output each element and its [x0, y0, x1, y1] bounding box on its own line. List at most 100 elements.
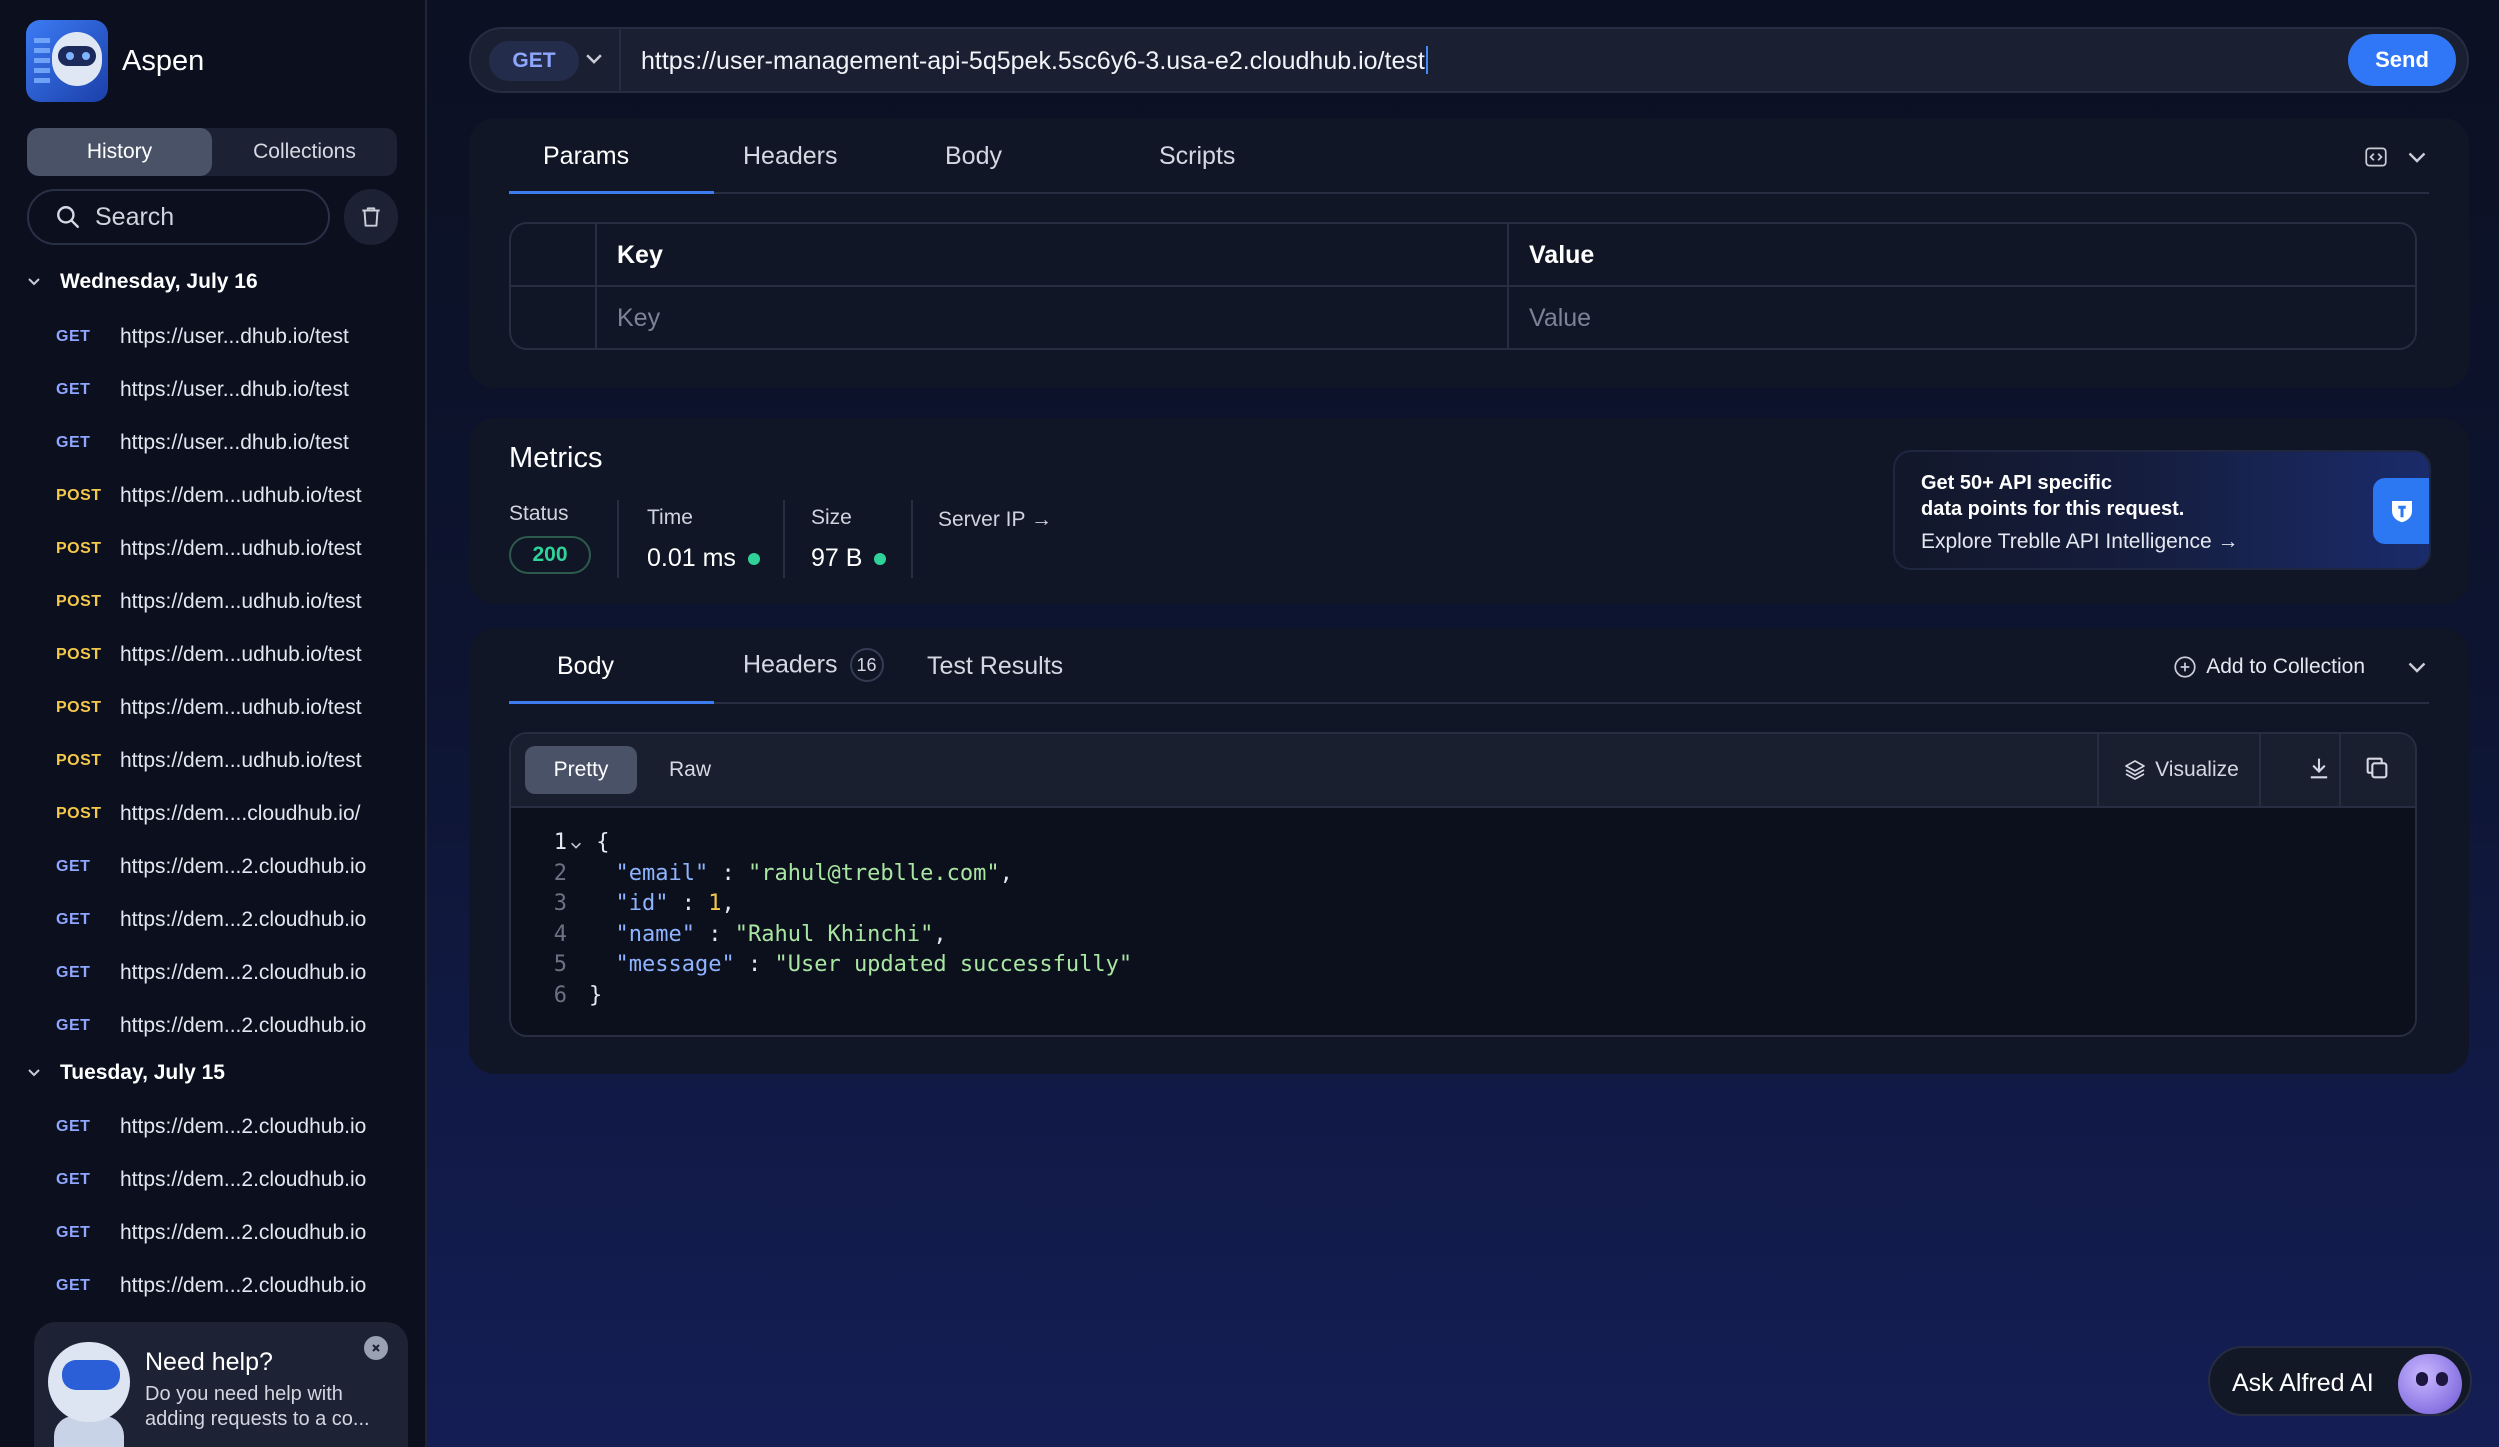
- params-table: Key Value Key Value: [509, 222, 2417, 350]
- pretty-view-button[interactable]: Pretty: [525, 746, 637, 794]
- tab-response-headers[interactable]: Headers 16: [743, 648, 884, 682]
- chevron-down-icon[interactable]: [2405, 146, 2429, 170]
- code-line: 1 {: [511, 828, 2415, 859]
- chevron-down-icon[interactable]: [2405, 656, 2429, 680]
- close-icon[interactable]: [364, 1336, 388, 1360]
- history-item[interactable]: GET https://dem...2.cloudhub.io: [56, 1165, 366, 1195]
- ask-alfred-button[interactable]: Ask Alfred AI: [2208, 1346, 2472, 1416]
- history-group-header[interactable]: Tuesday, July 15: [26, 1061, 225, 1085]
- status-dot-icon: [874, 552, 887, 565]
- metrics-title: Metrics: [509, 442, 603, 474]
- history-url: https://user...dhub.io/test: [120, 325, 349, 348]
- send-button[interactable]: Send: [2348, 34, 2456, 86]
- divider: [911, 500, 913, 578]
- method-badge: POST: [56, 540, 102, 557]
- json-value: "Rahul Khinchi": [734, 921, 934, 947]
- history-url: https://dem...2.cloudhub.io: [120, 855, 367, 878]
- tab-history[interactable]: History: [27, 128, 212, 176]
- treblle-promo-banner[interactable]: Get 50+ API specific data points for this…: [1893, 450, 2431, 570]
- method-badge: GET: [56, 1118, 91, 1135]
- method-badge: POST: [56, 752, 102, 769]
- history-item[interactable]: GET https://dem...2.cloudhub.io: [56, 1271, 366, 1301]
- history-item[interactable]: GET https://dem...2.cloudhub.io: [56, 958, 366, 988]
- divider: [619, 29, 621, 91]
- trash-icon: [362, 207, 380, 227]
- json-value: "User updated successfully": [774, 952, 1133, 978]
- treblle-logo-icon: [2373, 478, 2429, 544]
- method-badge: POST: [56, 646, 102, 663]
- line-number: 6: [553, 982, 567, 1008]
- status-dot-icon: [747, 552, 760, 565]
- metric-time: Time 0.01 ms: [647, 506, 760, 573]
- tab-response-body[interactable]: Body: [557, 652, 614, 681]
- help-card[interactable]: Need help? Do you need help with adding …: [34, 1322, 408, 1447]
- response-tabs: Body Headers 16 Test Results Add to Colle…: [509, 628, 2429, 704]
- tab-test-results[interactable]: Test Results: [927, 652, 1063, 681]
- history-item[interactable]: POST https://dem...udhub.io/test: [56, 587, 362, 617]
- metric-value: 0.01 ms: [647, 544, 736, 572]
- chevron-down-icon[interactable]: [583, 47, 605, 69]
- download-icon[interactable]: [2305, 754, 2333, 782]
- plus-circle-icon: [2174, 656, 2196, 678]
- method-select[interactable]: GET: [489, 41, 579, 81]
- code-snippet-icon[interactable]: [2363, 144, 2389, 170]
- method-badge: POST: [56, 593, 102, 610]
- history-item[interactable]: POST https://dem....cloudhub.io/: [56, 799, 360, 829]
- json-value: 1: [708, 891, 722, 917]
- param-value-input[interactable]: Value: [1509, 287, 2415, 348]
- search-input[interactable]: Search: [27, 189, 330, 245]
- metric-value: 97 B: [811, 544, 863, 572]
- response-body-viewer: Pretty Raw Visualize 1 { 2 "email" : "ra…: [509, 732, 2417, 1037]
- history-url: https://dem...udhub.io/test: [120, 696, 362, 719]
- raw-view-button[interactable]: Raw: [645, 746, 735, 794]
- history-group-header[interactable]: Wednesday, July 16: [26, 270, 258, 294]
- tab-headers[interactable]: Headers: [743, 142, 838, 171]
- method-badge: GET: [56, 434, 91, 451]
- method-badge: POST: [56, 805, 102, 822]
- history-url: https://dem...udhub.io/test: [120, 484, 362, 507]
- clear-history-button[interactable]: [344, 189, 398, 245]
- history-item[interactable]: GET https://dem...2.cloudhub.io: [56, 852, 366, 882]
- server-ip-link[interactable]: Server IP →: [938, 508, 1052, 532]
- tab-collections[interactable]: Collections: [212, 128, 397, 176]
- history-item[interactable]: GET https://dem...2.cloudhub.io: [56, 905, 366, 935]
- line-number: 2: [553, 860, 567, 886]
- url-input[interactable]: https://user-management-api-5q5pek.5sc6y…: [641, 46, 1428, 76]
- visualize-button[interactable]: Visualize: [2105, 746, 2257, 794]
- history-item[interactable]: POST https://dem...udhub.io/test: [56, 746, 362, 776]
- tab-params[interactable]: Params: [543, 142, 629, 171]
- fold-chevron-icon[interactable]: [569, 838, 583, 852]
- history-item[interactable]: GET https://user...dhub.io/test: [56, 375, 349, 405]
- tab-body[interactable]: Body: [945, 142, 1002, 171]
- table-header-row: Key Value: [511, 224, 2415, 287]
- history-url: https://dem...udhub.io/test: [120, 643, 362, 666]
- history-url: https://dem...2.cloudhub.io: [120, 1274, 367, 1297]
- text-cursor: [1425, 46, 1428, 74]
- history-item[interactable]: POST https://dem...udhub.io/test: [56, 693, 362, 723]
- viewer-toolbar: Pretty Raw Visualize: [511, 734, 2415, 808]
- history-url: https://dem....cloudhub.io/: [120, 802, 361, 825]
- history-item[interactable]: POST https://dem...udhub.io/test: [56, 640, 362, 670]
- history-item[interactable]: GET https://dem...2.cloudhub.io: [56, 1112, 366, 1142]
- method-badge: GET: [56, 911, 91, 928]
- tab-scripts[interactable]: Scripts: [1159, 142, 1235, 171]
- method-badge: GET: [56, 1277, 91, 1294]
- copy-icon[interactable]: [2363, 754, 2391, 782]
- history-item[interactable]: GET https://user...dhub.io/test: [56, 428, 349, 458]
- divider: [2339, 734, 2341, 806]
- history-item[interactable]: POST https://dem...udhub.io/test: [56, 534, 362, 564]
- sidebar: Aspen History Collections Search Wednesd…: [0, 0, 427, 1447]
- promo-link[interactable]: Explore Treblle API Intelligence →: [1921, 530, 2239, 554]
- history-item[interactable]: GET https://user...dhub.io/test: [56, 322, 349, 352]
- history-item[interactable]: GET https://dem...2.cloudhub.io: [56, 1218, 366, 1248]
- promo-headline: Get 50+ API specific data points for this…: [1921, 472, 2185, 520]
- history-url: https://dem...2.cloudhub.io: [120, 1168, 367, 1191]
- add-to-collection-button[interactable]: Add to Collection: [2172, 654, 2365, 680]
- metric-label: Server IP →: [938, 508, 1052, 531]
- history-url: https://dem...2.cloudhub.io: [120, 1221, 367, 1244]
- history-url: https://dem...2.cloudhub.io: [120, 1115, 367, 1138]
- request-tabs: Params Headers Body Scripts: [509, 118, 2429, 194]
- param-key-input[interactable]: Key: [597, 287, 1509, 348]
- history-item[interactable]: GET https://dem...2.cloudhub.io: [56, 1011, 366, 1041]
- history-item[interactable]: POST https://dem...udhub.io/test: [56, 481, 362, 511]
